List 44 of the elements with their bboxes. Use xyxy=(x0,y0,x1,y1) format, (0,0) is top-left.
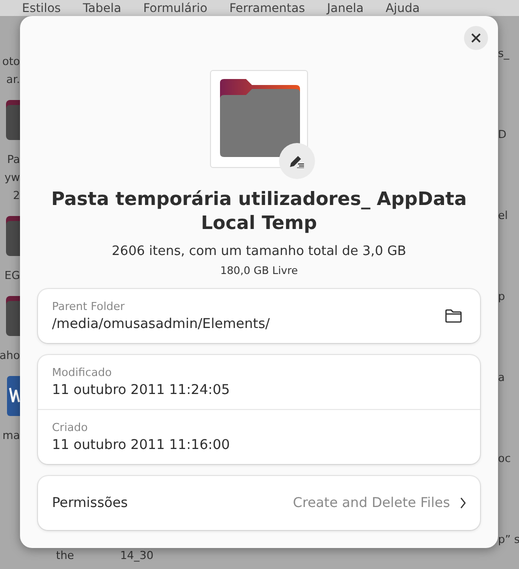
permissions-value: Create and Delete Files xyxy=(292,495,450,511)
menu-item[interactable]: Ferramentas xyxy=(229,1,305,15)
permissions-label: Permissões xyxy=(52,495,129,511)
free-space: 180,0 GB Livre xyxy=(220,265,298,277)
file-label: p” s xyxy=(498,532,519,548)
menu-item[interactable]: Janela xyxy=(326,1,364,15)
folder-icon xyxy=(445,309,462,323)
field-label: Criado xyxy=(52,421,89,434)
file-label: D xyxy=(498,127,508,143)
chevron-icon xyxy=(460,497,466,509)
edit-button[interactable] xyxy=(279,143,315,179)
file-label: oto xyxy=(2,54,20,70)
file-label: ma xyxy=(2,428,20,444)
file-label: EG xyxy=(4,268,20,284)
file-label: 2 xyxy=(13,188,20,204)
menu-item[interactable]: Formulário xyxy=(143,1,208,15)
file-label: yw xyxy=(4,170,20,186)
field-label: Modificado xyxy=(52,366,113,379)
menu-item[interactable]: Tabela xyxy=(82,1,122,15)
folder-icon xyxy=(6,216,20,256)
folder-title: Pasta temporária utilizadores_ AppData Local Temp xyxy=(50,188,468,236)
close-icon xyxy=(471,33,481,43)
file-label: Pa xyxy=(7,152,20,168)
menu-item[interactable]: Estilos xyxy=(22,1,61,15)
file-label: oc xyxy=(498,451,512,467)
close-button[interactable] xyxy=(464,26,488,50)
field-value: 11 outubro 2011 11:24:05 xyxy=(52,382,231,398)
field-value: 11 outubro 2011 11:16:00 xyxy=(52,437,231,453)
menu-item[interactable]: Ajuda xyxy=(386,1,420,15)
folder-summary: 2606 itens, com um tamanho total de 3,0 GB xyxy=(112,244,406,259)
file-label: el xyxy=(498,208,509,224)
file-label: a xyxy=(498,370,506,386)
pencil-icon xyxy=(289,154,305,168)
field-value: /media/omusasadmin/Elements/ xyxy=(52,316,271,332)
file-label: aho xyxy=(0,348,20,364)
file-label: ar. xyxy=(6,72,20,88)
folder-icon xyxy=(6,296,20,336)
file-label: p xyxy=(498,289,506,305)
folder-icon xyxy=(6,100,20,140)
field-label: Parent Folder xyxy=(52,300,126,313)
file-label: 14_30 xyxy=(120,548,154,564)
file-label: s_ xyxy=(498,46,510,62)
permissions-row[interactable]: Permissões Create and Delete Files xyxy=(38,476,480,530)
file-label: the xyxy=(56,548,74,564)
